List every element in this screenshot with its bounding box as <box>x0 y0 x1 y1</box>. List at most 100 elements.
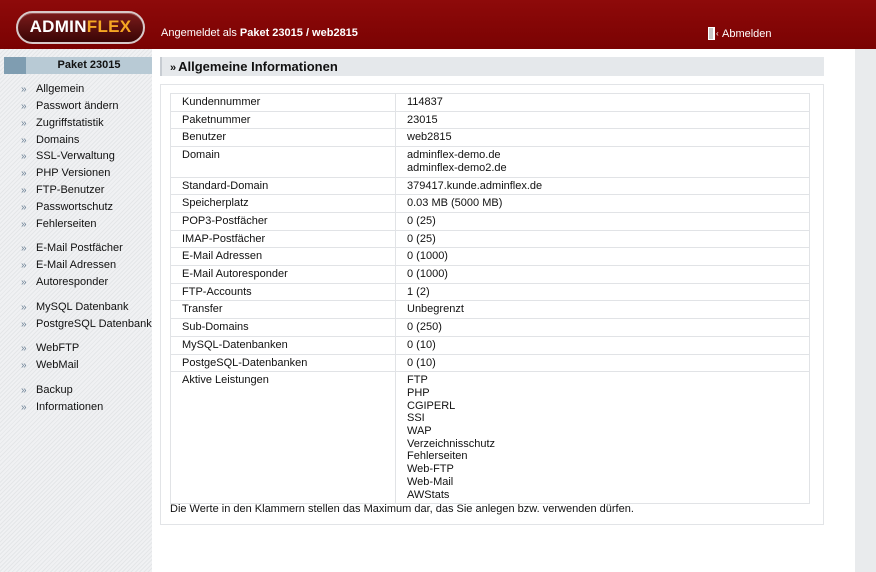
table-row: PostgeSQL-Datenbanken 0 (10) <box>170 353 810 373</box>
sidebar-item-label: Informationen <box>36 401 104 413</box>
sidebar-item-webmail[interactable]: » WebMail <box>21 358 79 372</box>
value-line: 0 (1000) <box>407 268 448 281</box>
bullet-icon: » <box>21 219 27 230</box>
bullet-icon: » <box>21 260 27 271</box>
sidebar-item-postgresql-datenbank[interactable]: » PostgreSQL Datenbank <box>21 317 152 331</box>
table-row: POP3-Postfächer 0 (25) <box>170 211 810 231</box>
row-label: Aktive Leistungen <box>170 371 396 505</box>
sidebar-item-passwort-ändern[interactable]: » Passwort ändern <box>21 99 119 113</box>
sidebar-package-header: Paket 23015 <box>4 57 152 74</box>
value-line: CGIPERL <box>407 399 456 412</box>
login-value: Paket 23015 / web2815 <box>239 27 358 39</box>
row-value: 0 (1000) <box>395 265 810 284</box>
row-value: 23015 <box>395 110 810 130</box>
value-line: 114837 <box>407 96 443 108</box>
value-line: Fehlerseiten <box>407 450 468 463</box>
login-prefix: Angemeldet als <box>161 27 237 39</box>
sidebar-item-label: PostgreSQL Datenbank <box>36 318 152 330</box>
sidebar-item-label: Zugriffstatistik <box>36 117 104 129</box>
sidebar-package-title: Paket 23015 <box>57 59 121 71</box>
sidebar-item-label: Autoresponder <box>36 276 109 288</box>
sidebar-item-ssl-verwaltung[interactable]: » SSL-Verwaltung <box>21 149 115 163</box>
value-line: 0 (1000) <box>407 250 448 263</box>
bullet-icon: » <box>21 360 27 371</box>
table-row: E-Mail Autoresponder 0 (1000) <box>170 265 810 284</box>
table-row: Kundennummer 114837 <box>170 93 810 112</box>
row-label: Kundennummer <box>170 93 396 112</box>
bullet-icon: » <box>21 135 27 146</box>
value-line: Web-Mail <box>407 475 454 488</box>
table-row: E-Mail Adressen 0 (1000) <box>170 247 810 267</box>
table-row: MySQL-Datenbanken 0 (10) <box>170 335 810 355</box>
bullet-icon: » <box>21 343 27 354</box>
row-value: 0 (1000) <box>395 247 810 267</box>
sidebar-item-allgemein[interactable]: » Allgemein <box>21 82 84 96</box>
value-line: 0.03 MB (5000 MB) <box>407 197 503 210</box>
adminflex-logo[interactable]: ADMINFLEX <box>16 11 145 44</box>
sidebar-item-e-mail-postfächer[interactable]: » E-Mail Postfächer <box>21 241 123 255</box>
value-line: 379417.kunde.adminflex.de <box>407 179 543 192</box>
bullet-icon: » <box>21 202 27 213</box>
sidebar-item-label: FTP-Benutzer <box>36 184 105 196</box>
row-value: 114837 <box>395 93 810 112</box>
logo-part-admin: ADMIN <box>29 17 87 36</box>
row-label: PostgeSQL-Datenbanken <box>170 353 396 373</box>
sidebar-item-informationen[interactable]: » Informationen <box>21 400 103 414</box>
info-panel: Kundennummer 114837 Paketnummer 23015 Benutz… <box>160 84 824 525</box>
value-line: adminflex-demo2.de <box>407 161 507 174</box>
value-line: 0 (10) <box>407 356 436 369</box>
sidebar-item-e-mail-adressen[interactable]: » E-Mail Adressen <box>21 258 116 272</box>
row-label: Speicherplatz <box>170 194 396 213</box>
row-label: E-Mail Autoresponder <box>170 265 396 284</box>
row-label: IMAP-Postfächer <box>170 229 396 249</box>
table-row: Transfer Unbegrenzt <box>170 300 810 320</box>
row-label: Benutzer <box>170 128 396 148</box>
value-line: Web-FTP <box>407 463 454 476</box>
table-row: Benutzer web2815 <box>170 128 810 148</box>
table-row: Paketnummer 23015 <box>170 110 810 130</box>
sidebar-item-domains[interactable]: » Domains <box>21 133 79 147</box>
bullet-icon: » <box>21 402 27 413</box>
table-row: Aktive Leistungen FTP PHP CGIPERL SSI WAP Verz… <box>170 371 810 505</box>
sidebar-item-passwortschutz[interactable]: » Passwortschutz <box>21 200 113 214</box>
value-line: 23015 <box>407 113 438 126</box>
sidebar-item-webftp[interactable]: » WebFTP <box>21 341 79 355</box>
sidebar: Paket 23015 » Allgemein » Passwort ändern » Z… <box>0 49 152 572</box>
table-row: Sub-Domains 0 (250) <box>170 318 810 337</box>
value-line: Unbegrenzt <box>407 303 464 316</box>
table-row: IMAP-Postfächer 0 (25) <box>170 229 810 249</box>
sidebar-item-label: Backup <box>36 384 73 396</box>
sidebar-item-label: E-Mail Postfächer <box>36 242 123 254</box>
logo-part-flex: FLEX <box>86 17 132 36</box>
row-value: web2815 <box>395 128 810 148</box>
sidebar-item-label: SSL-Verwaltung <box>36 150 115 162</box>
value-line: PHP <box>407 386 430 399</box>
bullet-icon: » <box>21 151 27 162</box>
title-marker: » <box>170 62 177 74</box>
value-line: 0 (25) <box>407 214 436 227</box>
value-line: SSI <box>407 412 425 425</box>
sidebar-item-label: PHP Versionen <box>36 167 111 179</box>
sidebar-item-ftp-benutzer[interactable]: » FTP-Benutzer <box>21 183 104 197</box>
table-row: Standard-Domain 379417.kunde.adminflex.de <box>170 176 810 196</box>
row-value: 0 (10) <box>395 353 810 373</box>
sidebar-item-autoresponder[interactable]: » Autoresponder <box>21 275 108 289</box>
sidebar-item-backup[interactable]: » Backup <box>21 383 73 397</box>
bullet-icon: » <box>21 243 27 254</box>
page-title: Allgemeine Informationen <box>178 59 338 74</box>
footnote: Die Werte in den Klammern stellen das Ma… <box>170 503 634 515</box>
sidebar-item-mysql-datenbank[interactable]: » MySQL Datenbank <box>21 300 129 314</box>
row-value: 0 (10) <box>395 335 810 355</box>
bullet-icon: » <box>21 168 27 179</box>
row-value: 0 (25) <box>395 211 810 231</box>
value-line: AWStats <box>407 488 450 501</box>
value-line: web2815 <box>407 131 452 144</box>
sidebar-item-fehlerseiten[interactable]: » Fehlerseiten <box>21 217 97 231</box>
row-label: FTP-Accounts <box>170 282 396 302</box>
sidebar-item-php-versionen[interactable]: » PHP Versionen <box>21 166 110 180</box>
sidebar-item-zugriffstatistik[interactable]: » Zugriffstatistik <box>21 116 104 130</box>
logout-button[interactable]: ‹ Abmelden <box>708 27 772 40</box>
row-value: FTP PHP CGIPERL SSI WAP Verzeichnisschutz Fehl… <box>395 371 810 505</box>
row-label: Paketnummer <box>170 110 396 130</box>
login-status: Angemeldet als Paket 23015 / web2815 <box>161 27 358 39</box>
